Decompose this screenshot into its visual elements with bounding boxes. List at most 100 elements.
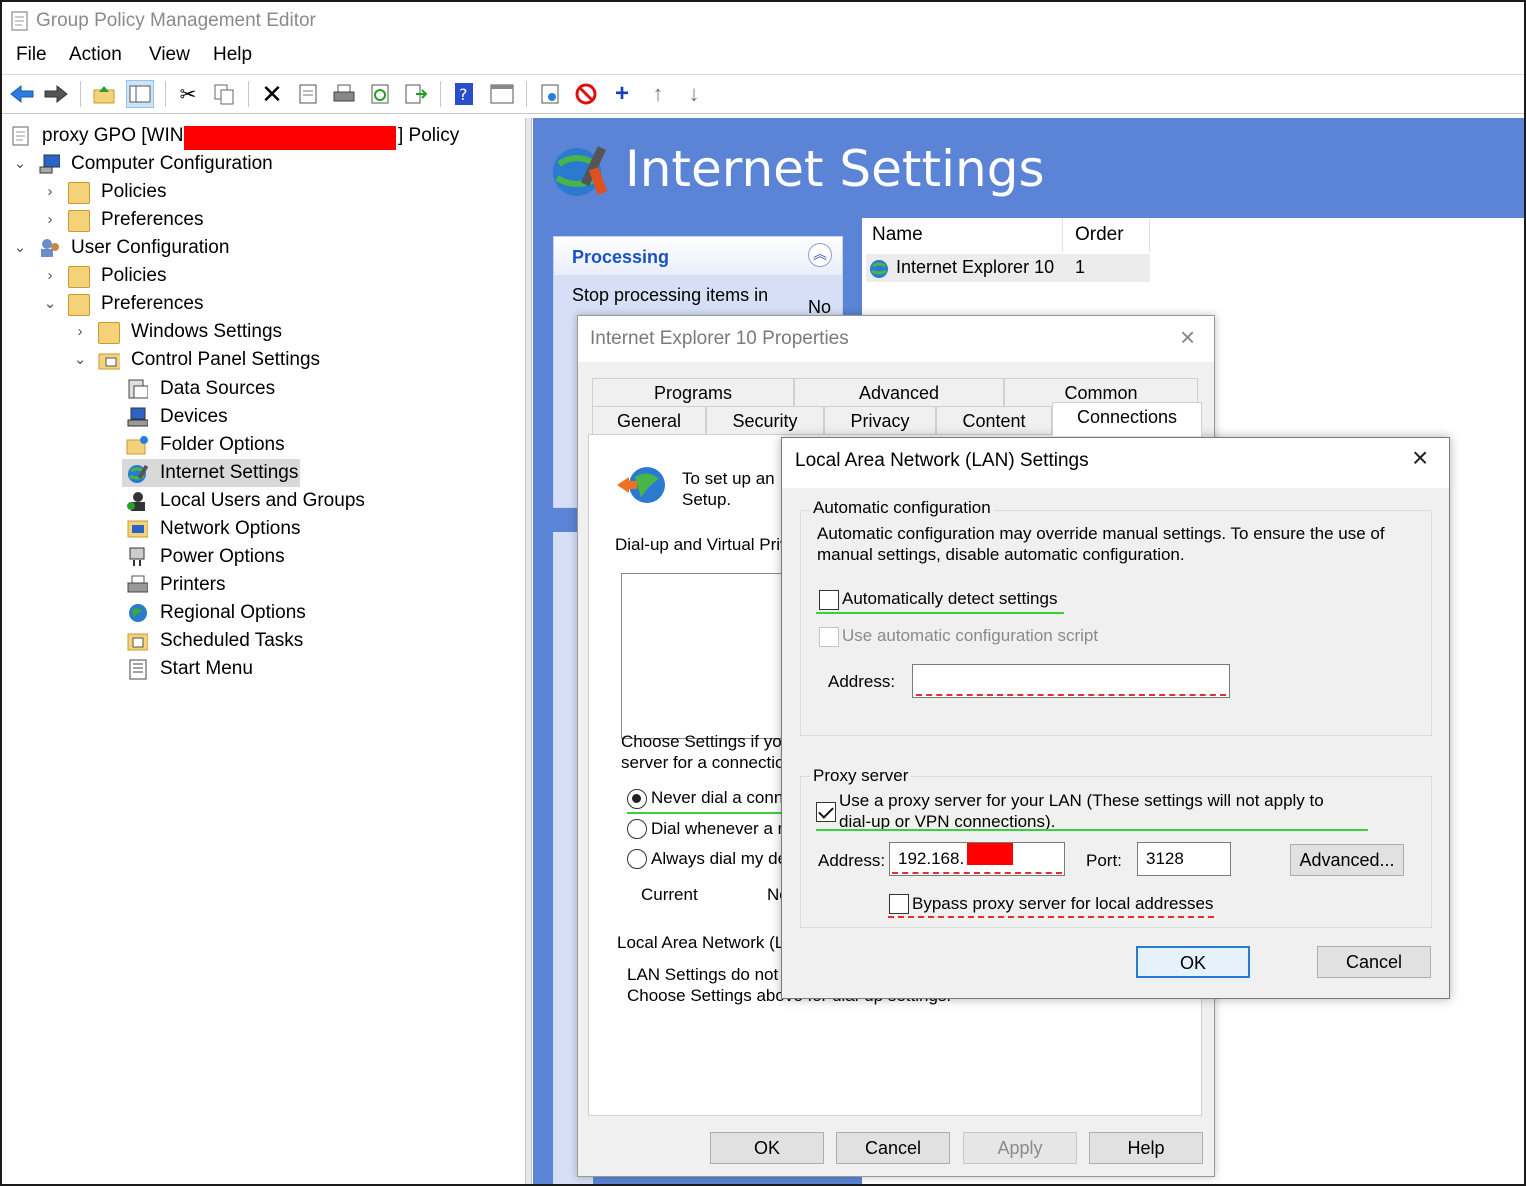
- auto-script-checkbox[interactable]: [819, 627, 839, 647]
- folder-options-icon: [126, 436, 148, 455]
- tab-advanced[interactable]: Advanced: [794, 378, 1004, 406]
- folder-icon: [98, 322, 120, 344]
- bypass-local-checkbox[interactable]: [889, 894, 909, 914]
- tree-folder-options[interactable]: Folder Options: [126, 431, 386, 459]
- stop-icon[interactable]: [572, 80, 600, 108]
- lan-settings-dialog: Local Area Network (LAN) Settings × Auto…: [781, 437, 1450, 999]
- tree-start-menu[interactable]: Start Menu: [126, 655, 386, 683]
- window-title: Group Policy Management Editor: [36, 10, 316, 31]
- chevron-right-icon[interactable]: ›: [42, 206, 58, 234]
- forward-icon[interactable]: [42, 80, 70, 108]
- back-icon[interactable]: [8, 80, 36, 108]
- help-icon[interactable]: ?: [450, 80, 478, 108]
- internet-explorer-icon: [870, 260, 888, 278]
- dialup-connections-list[interactable]: [621, 573, 791, 739]
- printer-icon: [127, 575, 148, 593]
- pane-splitter[interactable]: [526, 118, 532, 1184]
- tree-cc-preferences[interactable]: › Preferences: [42, 206, 242, 234]
- tree-computer-configuration[interactable]: ⌄ Computer Configuration: [12, 150, 312, 178]
- proxy-port-input[interactable]: 3128: [1137, 842, 1231, 876]
- devices-icon: [127, 407, 148, 427]
- ok-button[interactable]: OK: [710, 1132, 824, 1164]
- chevron-down-icon[interactable]: ⌄: [72, 346, 88, 374]
- radio-always-dial[interactable]: [627, 849, 647, 869]
- tree-windows-settings[interactable]: › Windows Settings: [72, 318, 312, 346]
- details-title: Internet Settings: [625, 140, 1045, 198]
- tree-uc-preferences[interactable]: ⌄ Preferences: [42, 290, 242, 318]
- use-proxy-checkbox[interactable]: [816, 802, 836, 822]
- tab-connections[interactable]: Connections: [1052, 402, 1202, 436]
- tree-network-options[interactable]: Network Options: [126, 515, 386, 543]
- column-order[interactable]: Order: [1075, 224, 1124, 246]
- tree-devices[interactable]: Devices: [126, 403, 386, 431]
- close-icon[interactable]: ×: [1180, 322, 1195, 353]
- internet-settings-large-icon: [553, 146, 608, 196]
- advanced-button[interactable]: Advanced...: [1290, 844, 1404, 876]
- tree-user-configuration[interactable]: ⌄ User Configuration: [12, 234, 312, 262]
- radio-dial-whenever[interactable]: [627, 819, 647, 839]
- move-up-icon[interactable]: ↑: [644, 80, 672, 108]
- copy-icon[interactable]: [210, 80, 238, 108]
- app-window: Group Policy Management Editor File Acti…: [0, 0, 1526, 1186]
- close-icon[interactable]: ×: [1412, 442, 1428, 474]
- chevron-right-icon[interactable]: ›: [42, 262, 58, 290]
- help-button[interactable]: Help: [1089, 1132, 1203, 1164]
- collapse-icon[interactable]: ︽: [808, 243, 832, 267]
- lan-cancel-button[interactable]: Cancel: [1317, 946, 1431, 978]
- tree-power-options[interactable]: Power Options: [126, 543, 386, 571]
- list-row[interactable]: Internet Explorer 10 1: [866, 254, 1150, 282]
- tab-content[interactable]: Content: [936, 406, 1052, 434]
- auto-script-address-input[interactable]: [912, 664, 1230, 698]
- folder-icon: [68, 182, 90, 204]
- new-item-icon[interactable]: [536, 80, 564, 108]
- console-icon[interactable]: [488, 80, 516, 108]
- title-bar: Group Policy Management Editor: [2, 2, 1524, 40]
- chevron-right-icon[interactable]: ›: [42, 178, 58, 206]
- cancel-button[interactable]: Cancel: [836, 1132, 950, 1164]
- tab-programs[interactable]: Programs: [592, 378, 794, 406]
- column-name[interactable]: Name: [872, 224, 923, 246]
- local-users-icon: [127, 492, 145, 511]
- dialog-title: Internet Explorer 10 Properties: [590, 328, 849, 349]
- refresh-icon[interactable]: [366, 80, 394, 108]
- add-icon[interactable]: +: [608, 80, 636, 108]
- chevron-down-icon[interactable]: ⌄: [12, 150, 28, 178]
- tree-uc-policies[interactable]: › Policies: [42, 262, 242, 290]
- tree-scheduled-tasks[interactable]: Scheduled Tasks: [126, 627, 386, 655]
- cut-icon[interactable]: ✂: [174, 80, 202, 108]
- auto-detect-checkbox[interactable]: [819, 590, 839, 610]
- tree-data-sources[interactable]: Data Sources: [126, 375, 386, 403]
- chevron-down-icon[interactable]: ⌄: [42, 290, 58, 318]
- up-folder-icon[interactable]: [90, 80, 118, 108]
- print-icon[interactable]: [330, 80, 358, 108]
- redacted-server-name: [184, 126, 396, 150]
- tab-privacy[interactable]: Privacy: [824, 406, 936, 434]
- control-panel-folder-icon: [98, 353, 120, 370]
- user-icon: [41, 239, 59, 257]
- export-icon[interactable]: [402, 80, 430, 108]
- tree-control-panel-settings[interactable]: ⌄ Control Panel Settings: [72, 346, 332, 374]
- move-down-icon[interactable]: ↓: [680, 80, 708, 108]
- menu-action[interactable]: Action: [69, 44, 122, 66]
- tree-cc-policies[interactable]: › Policies: [42, 178, 242, 206]
- delete-icon[interactable]: ✕: [258, 79, 286, 109]
- chevron-right-icon[interactable]: ›: [72, 318, 88, 346]
- chevron-down-icon[interactable]: ⌄: [12, 234, 28, 262]
- lan-ok-button[interactable]: OK: [1136, 946, 1250, 978]
- tab-general[interactable]: General: [592, 406, 706, 434]
- proxy-server-label: Proxy server: [810, 766, 912, 786]
- menu-view[interactable]: View: [149, 44, 190, 66]
- menu-help[interactable]: Help: [213, 44, 252, 66]
- tab-security[interactable]: Security: [706, 406, 824, 434]
- show-hide-tree-icon[interactable]: [126, 80, 154, 108]
- apply-button[interactable]: Apply: [963, 1132, 1077, 1164]
- tree-internet-settings[interactable]: Internet Settings: [122, 459, 300, 487]
- properties-icon[interactable]: [294, 80, 322, 108]
- menu-file[interactable]: File: [16, 44, 47, 66]
- tree-printers[interactable]: Printers: [126, 571, 386, 599]
- tree-local-users-and-groups[interactable]: Local Users and Groups: [126, 487, 386, 515]
- svg-text:?: ?: [459, 85, 468, 104]
- tree-regional-options[interactable]: Regional Options: [126, 599, 386, 627]
- globe-icon: [129, 604, 147, 622]
- radio-never-dial[interactable]: [627, 789, 647, 809]
